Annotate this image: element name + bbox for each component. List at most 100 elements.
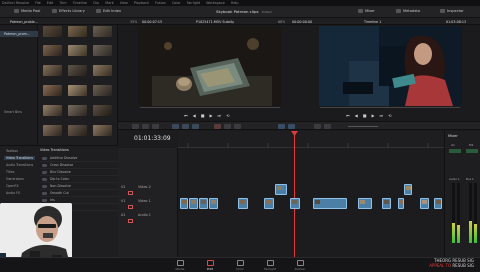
menu-view[interactable]: View <box>120 1 128 5</box>
clip-thumbnail[interactable] <box>93 45 112 56</box>
timeline-zoom[interactable]: 68% <box>278 20 285 24</box>
page-deliver[interactable]: Deliver <box>289 260 311 271</box>
video-clip[interactable] <box>290 198 300 209</box>
video-clip[interactable] <box>275 184 287 195</box>
fx-item[interactable]: Cross Dissolve <box>40 162 118 169</box>
timeline-viewer[interactable] <box>319 26 462 106</box>
replace-clip-icon[interactable] <box>192 124 199 129</box>
trim-tool-icon[interactable] <box>142 124 149 129</box>
menu-color[interactable]: Color <box>172 1 181 5</box>
metadata-button[interactable]: Metadata <box>396 9 420 13</box>
menu-workspace[interactable]: Workspace <box>206 1 225 5</box>
channel-input-button[interactable] <box>449 149 461 153</box>
clip-thumbnail[interactable] <box>43 105 62 116</box>
effects-library-button[interactable]: Effects Library <box>52 9 85 13</box>
clip-thumbnail[interactable] <box>93 65 112 76</box>
fx-category[interactable]: Audio Transitions <box>6 163 33 167</box>
source-scrub-bar[interactable] <box>140 107 280 108</box>
fx-category[interactable]: Audio FX <box>6 191 20 195</box>
video-clip[interactable] <box>199 198 208 209</box>
timeline-ruler[interactable] <box>178 131 444 148</box>
video-clip[interactable] <box>209 198 218 209</box>
playhead[interactable] <box>294 131 295 257</box>
mixer-button[interactable]: Mixer <box>358 9 375 13</box>
play-icon[interactable]: ▶ <box>209 113 212 118</box>
zoom-slider[interactable] <box>348 126 378 127</box>
fx-category[interactable]: OpenFX <box>6 184 19 188</box>
edit-index-button[interactable]: Edit Index <box>96 9 121 13</box>
jump-end-icon[interactable]: ⏭ <box>380 113 384 118</box>
fx-category[interactable]: Toolbox <box>6 149 18 153</box>
clip-thumbnail[interactable] <box>68 65 87 76</box>
insert-clip-icon[interactable] <box>172 124 179 129</box>
zoom-full-icon[interactable] <box>314 124 321 129</box>
clip-thumbnail[interactable] <box>93 85 112 96</box>
clip-thumbnail[interactable] <box>93 26 112 37</box>
source-viewer[interactable] <box>138 26 282 106</box>
source-zoom[interactable]: 35% <box>130 20 137 24</box>
inspector-button[interactable]: Inspector <box>440 9 464 13</box>
loop-icon[interactable]: ⟲ <box>226 113 229 118</box>
menu-trim[interactable]: Trim <box>59 1 66 5</box>
stop-icon[interactable]: ■ <box>363 113 367 118</box>
clip-thumbnail[interactable] <box>68 26 87 37</box>
smart-bins-header[interactable]: Smart Bins <box>0 109 38 115</box>
play-icon[interactable]: ▶ <box>371 113 374 118</box>
bin-item[interactable]: Patreon_prom... <box>0 31 38 37</box>
position-lock-icon[interactable] <box>234 124 241 129</box>
video-clip[interactable] <box>313 198 347 209</box>
track-lock-icon[interactable] <box>128 219 133 223</box>
menu-app[interactable]: DaVinci Resolve <box>2 1 29 5</box>
fx-item[interactable]: Blur Dissolve <box>40 169 118 176</box>
menu-help[interactable]: Help <box>231 1 239 5</box>
fx-category[interactable]: Video Transitions <box>4 156 36 160</box>
rewind-icon[interactable]: ◀ <box>355 113 358 118</box>
jump-start-icon[interactable]: ⏮ <box>184 113 188 118</box>
clip-thumbnail[interactable] <box>68 85 87 96</box>
clip-thumbnail[interactable] <box>43 125 62 136</box>
fx-category[interactable]: Titles <box>6 170 15 174</box>
stop-icon[interactable]: ■ <box>201 113 205 118</box>
channel-input-button[interactable] <box>466 149 478 153</box>
media-pool-button[interactable]: Media Pool <box>14 9 40 13</box>
clip-thumbnail[interactable] <box>68 105 87 116</box>
track-lock-icon[interactable] <box>128 205 133 209</box>
clip-thumbnail[interactable] <box>68 125 87 136</box>
menu-fusion[interactable]: Fusion <box>155 1 166 5</box>
clip-thumbnail[interactable] <box>43 65 62 76</box>
timeline-scrub-bar[interactable] <box>320 107 460 108</box>
menu-playback[interactable]: Playback <box>134 1 149 5</box>
video-clip[interactable] <box>189 198 198 209</box>
loop-icon[interactable]: ⟲ <box>388 113 391 118</box>
menu-fairlight[interactable]: Fairlight <box>187 1 201 5</box>
menu-edit[interactable]: Edit <box>47 1 54 5</box>
fx-item[interactable]: Dip to Color <box>40 176 118 183</box>
zoom-detail-icon[interactable] <box>324 124 331 129</box>
page-media[interactable]: Media <box>169 260 191 271</box>
video-clip[interactable] <box>434 198 442 209</box>
fx-item[interactable]: Additive Dissolve <box>40 155 118 162</box>
fx-item[interactable]: Smooth Cut <box>40 190 118 197</box>
selection-tool-icon[interactable] <box>132 124 139 129</box>
video-clip[interactable] <box>358 198 372 209</box>
clip-thumbnail[interactable] <box>93 105 112 116</box>
video-clip[interactable] <box>264 198 274 209</box>
snapping-icon[interactable] <box>214 124 221 129</box>
track-lock-icon[interactable] <box>128 191 133 195</box>
jump-start-icon[interactable]: ⏮ <box>346 113 350 118</box>
marker-icon[interactable] <box>288 124 295 129</box>
clip-thumbnail[interactable] <box>43 45 62 56</box>
video-clip[interactable] <box>420 198 429 209</box>
menu-clip[interactable]: Clip <box>93 1 99 5</box>
menu-file[interactable]: File <box>35 1 41 5</box>
jump-end-icon[interactable]: ⏭ <box>218 113 222 118</box>
page-fairlight[interactable]: Fairlight <box>259 260 281 271</box>
video-clip[interactable] <box>404 184 412 195</box>
video-clip[interactable] <box>180 198 188 209</box>
overwrite-clip-icon[interactable] <box>182 124 189 129</box>
video-clip[interactable] <box>398 198 404 209</box>
video-clip[interactable] <box>382 198 391 209</box>
page-color[interactable]: Color <box>229 260 251 271</box>
clip-thumbnail[interactable] <box>43 85 62 96</box>
page-edit[interactable]: Edit <box>199 260 221 271</box>
